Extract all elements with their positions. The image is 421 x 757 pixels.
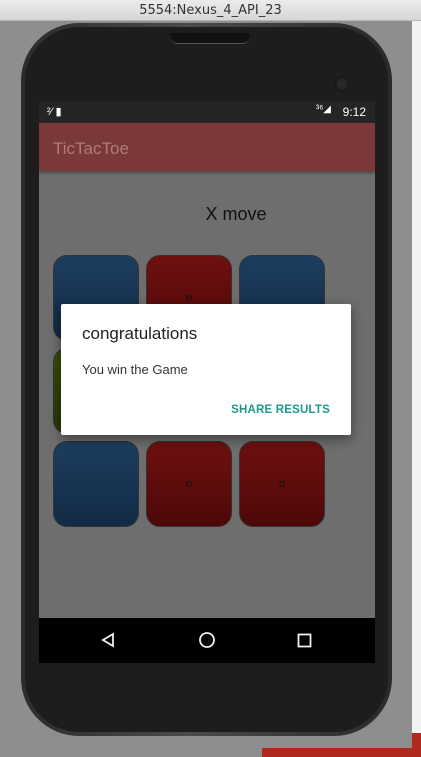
speaker-grille (170, 33, 250, 44)
app-bar: TicTacToe (39, 123, 375, 171)
win-dialog: congratulations You win the Game SHARE R… (61, 304, 351, 435)
dialog-message: You win the Game (82, 362, 188, 377)
home-icon[interactable] (193, 627, 221, 653)
back-icon[interactable] (94, 627, 122, 653)
board-cell-7[interactable]: o (146, 441, 232, 527)
dialog-title: congratulations (82, 324, 198, 343)
window-title: 5554:Nexus_4_API_23 (139, 3, 282, 18)
app-title: TicTacToe (53, 139, 129, 158)
background-window-edge (412, 21, 421, 757)
navigation-bar (39, 618, 375, 663)
window-titlebar: 5554:Nexus_4_API_23 (0, 0, 421, 21)
background-window-edge-bottom (262, 748, 421, 757)
turn-status: X move (205, 204, 267, 224)
board-cell-8[interactable]: o (239, 441, 325, 527)
camera-icon (335, 77, 349, 91)
clock: 9:12 (342, 105, 366, 119)
notification-icons: ²⁄ ▮ (47, 106, 62, 118)
signal-icon: ³⁶◢ (315, 104, 331, 115)
status-bar: ²⁄ ▮ ³⁶◢ 9:12 (39, 101, 375, 123)
board-cell-6[interactable] (53, 441, 139, 527)
recents-icon[interactable] (290, 627, 318, 653)
share-results-button[interactable]: SHARE RESULTS (231, 404, 330, 416)
